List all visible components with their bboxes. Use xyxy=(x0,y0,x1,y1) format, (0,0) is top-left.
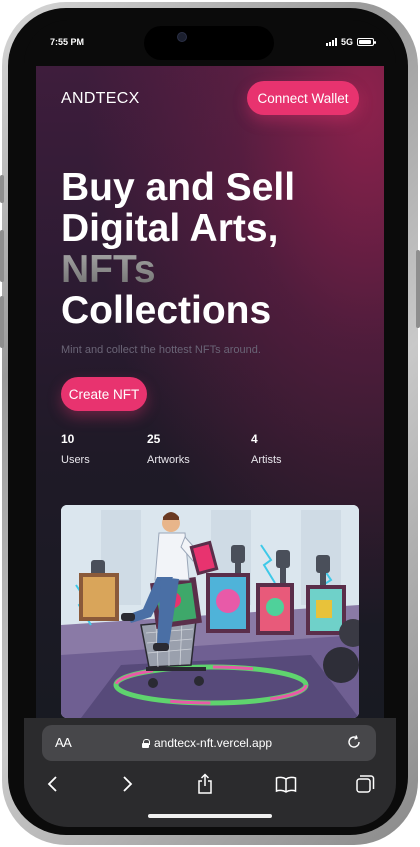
stats-row: 10 Users 25 Artworks 4 Artists xyxy=(61,432,361,472)
reload-icon[interactable] xyxy=(346,734,362,755)
stat-artists: 4 Artists xyxy=(251,432,282,466)
hero-title-line-4: Collections xyxy=(61,289,272,332)
volume-up-button xyxy=(0,230,4,282)
stat-value: 10 xyxy=(61,432,75,446)
stat-label: Artists xyxy=(251,454,282,466)
url-display[interactable]: andtecx-nft.vercel.app xyxy=(142,736,272,750)
stat-artworks: 25 Artworks xyxy=(147,432,190,466)
url-text: andtecx-nft.vercel.app xyxy=(154,736,273,750)
reader-settings-button[interactable]: AA xyxy=(55,735,72,750)
stat-users: 10 Users xyxy=(61,432,90,466)
hero-title-line-1: Buy and Sell xyxy=(61,166,296,209)
battery-icon xyxy=(357,38,376,46)
home-indicator[interactable] xyxy=(148,814,272,818)
stat-value: 4 xyxy=(251,432,258,446)
lock-icon xyxy=(142,738,150,748)
site-logo[interactable]: ANDTECX xyxy=(61,90,140,108)
share-icon[interactable] xyxy=(193,772,217,796)
connect-wallet-button[interactable]: Connect Wallet xyxy=(247,81,359,115)
stat-value: 25 xyxy=(147,432,161,446)
book-icon[interactable] xyxy=(274,772,298,796)
browser-bottom-bar: AA andtecx-nft.vercel.app xyxy=(24,718,396,827)
hero-title: Buy and Sell Digital Arts, NFTs Collecti… xyxy=(61,167,381,331)
tabs-icon[interactable] xyxy=(353,772,377,796)
signal-icon xyxy=(325,38,337,46)
chevron-right-icon[interactable] xyxy=(115,772,139,796)
browser-toolbar xyxy=(24,772,396,802)
aa-label: AA xyxy=(55,735,72,750)
hero-subtitle: Mint and collect the hottest NFTs around… xyxy=(61,344,261,356)
hero-illustration xyxy=(61,505,359,718)
stat-label: Users xyxy=(61,454,90,466)
site-header: ANDTECX Connect Wallet xyxy=(36,66,384,136)
status-indicators: 5G xyxy=(325,37,376,47)
chevron-left-icon[interactable] xyxy=(41,772,65,796)
camera-icon xyxy=(177,32,187,42)
network-type: 5G xyxy=(340,37,353,47)
dynamic-island xyxy=(144,26,274,60)
status-time: 7:55 PM xyxy=(50,37,85,47)
battery-level xyxy=(359,40,371,44)
phone-screen: 7:55 PM 5G ANDTECX Connect Wallet Buy an… xyxy=(24,20,396,827)
address-bar[interactable]: AA andtecx-nft.vercel.app xyxy=(42,725,376,761)
action-button xyxy=(0,175,4,203)
hero-title-line-2: Digital Arts, xyxy=(61,207,279,250)
web-page: ANDTECX Connect Wallet Buy and Sell Digi… xyxy=(36,66,384,718)
power-button xyxy=(416,250,420,328)
nft-shopping-illustration xyxy=(61,505,359,718)
status-bar: 7:55 PM 5G xyxy=(24,20,396,66)
hero-title-line-3: NFTs xyxy=(61,249,381,290)
volume-down-button xyxy=(0,296,4,348)
stat-label: Artworks xyxy=(147,454,190,466)
create-nft-button[interactable]: Create NFT xyxy=(61,377,147,411)
